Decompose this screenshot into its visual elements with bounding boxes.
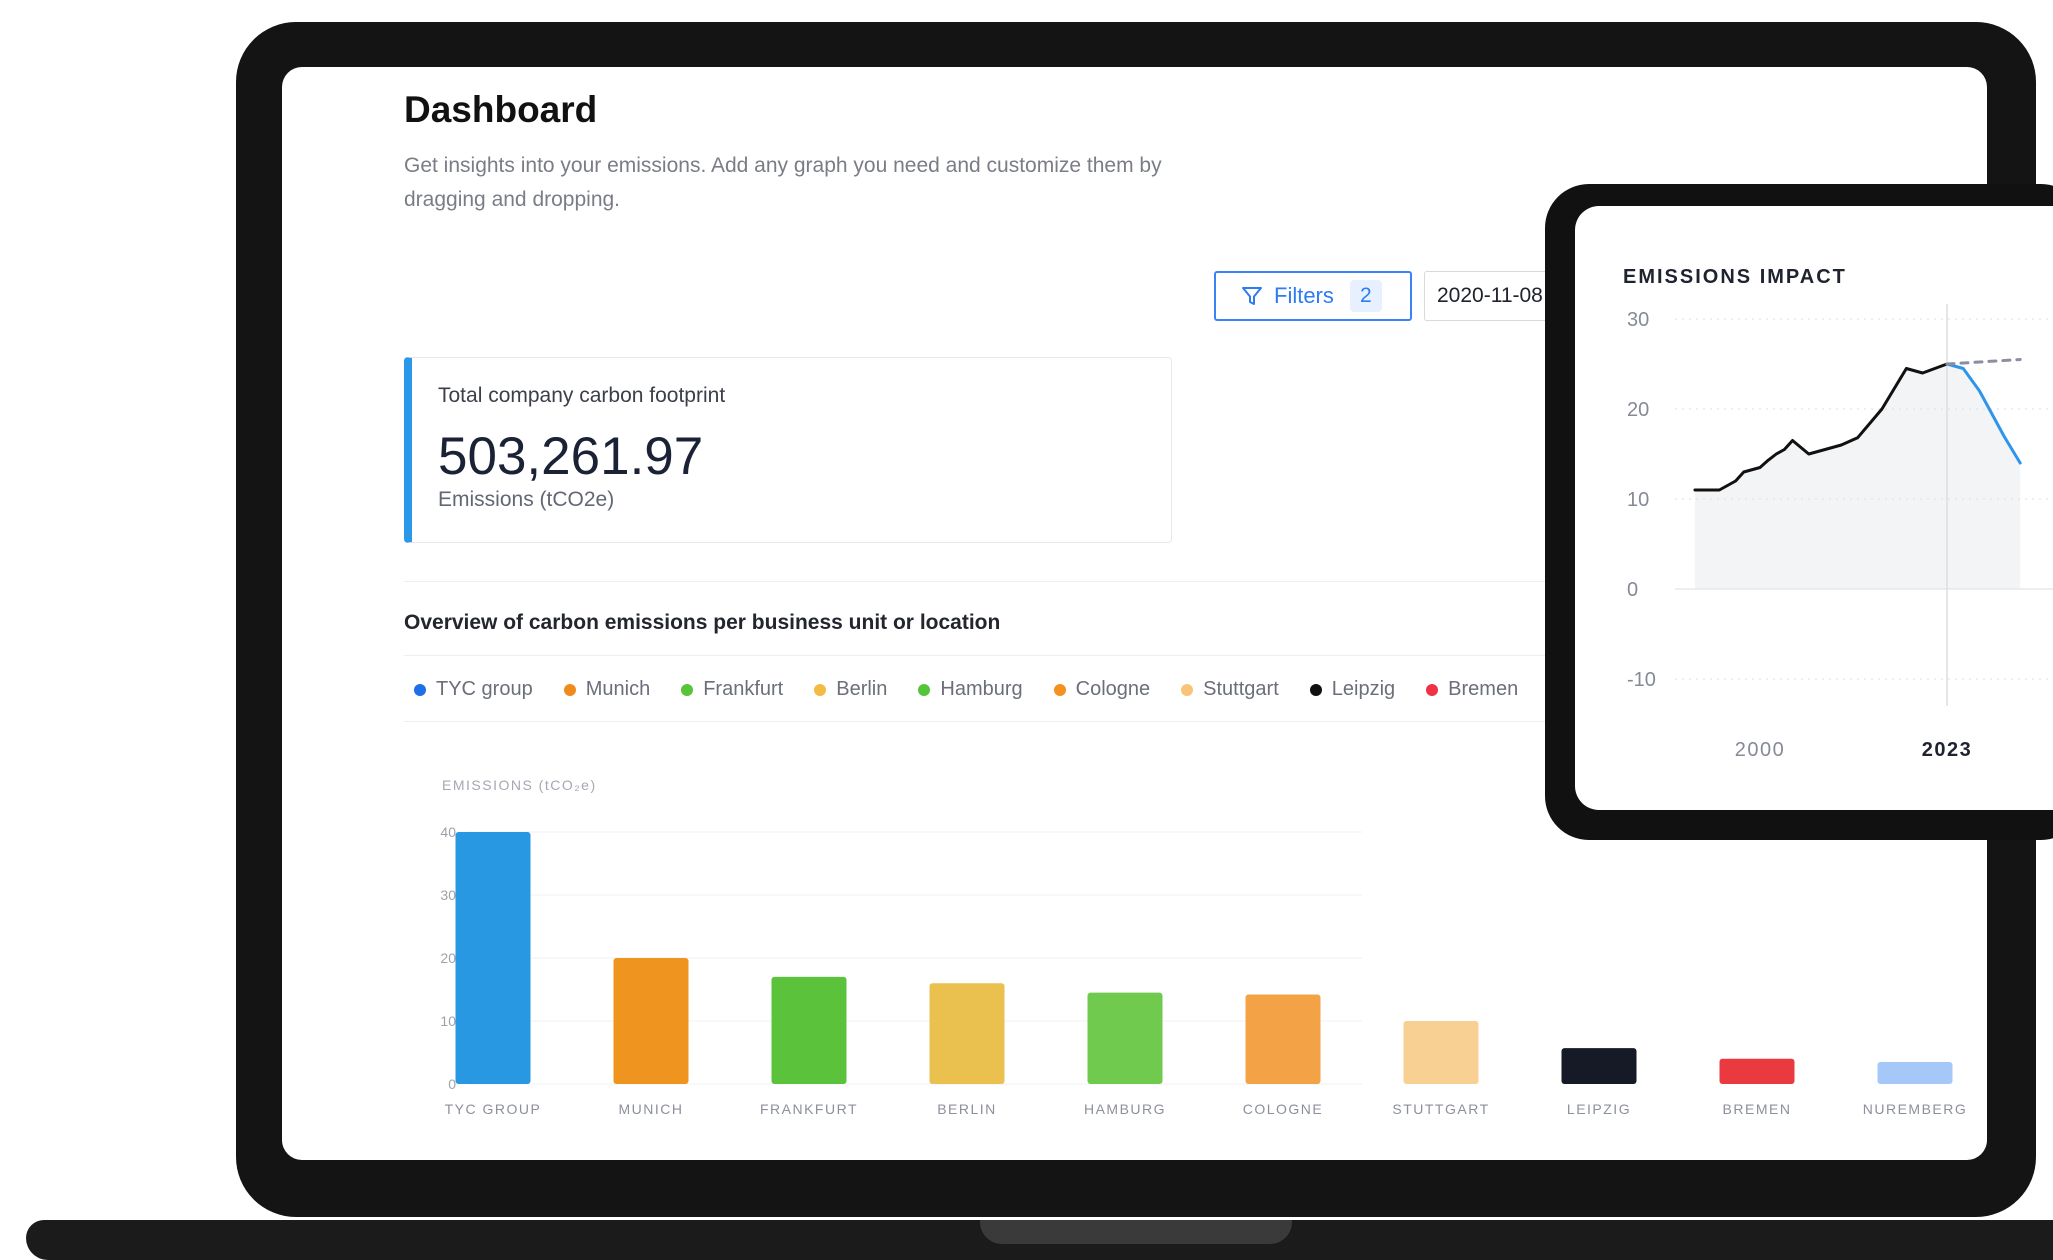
line-chart-ytick: 30 bbox=[1627, 309, 1649, 331]
bar-chart-xtick: TYC GROUP bbox=[445, 1101, 542, 1117]
line-chart-ytick: 10 bbox=[1627, 489, 1649, 511]
bar-chart-xtick: HAMBURG bbox=[1084, 1101, 1166, 1117]
bar-chart-xtick: BREMEN bbox=[1723, 1101, 1792, 1117]
bar-chart-xtick: FRANKFURT bbox=[760, 1101, 858, 1117]
bar-tyc-group[interactable] bbox=[455, 832, 531, 1084]
bar-chart-xtick: MUNICH bbox=[619, 1101, 684, 1117]
bar-chart-xtick: BERLIN bbox=[937, 1101, 997, 1117]
bar-chart-ytick: 0 bbox=[448, 1076, 456, 1092]
bar-berlin[interactable] bbox=[929, 983, 1005, 1084]
laptop-notch bbox=[980, 1220, 1292, 1244]
line-chart-xtick: 2000 bbox=[1735, 739, 1786, 761]
bar-nuremberg[interactable] bbox=[1877, 1061, 1953, 1084]
bar-cologne[interactable] bbox=[1245, 994, 1321, 1084]
line-chart-xtick: 2023 bbox=[1922, 739, 1973, 761]
bar-leipzig[interactable] bbox=[1561, 1048, 1637, 1084]
line-chart-ytick: 0 bbox=[1627, 579, 1638, 601]
bar-chart-xtick: LEIPZIG bbox=[1567, 1101, 1631, 1117]
bar-chart-xtick: STUTTGART bbox=[1392, 1101, 1489, 1117]
emissions-impact-line-chart: 30 20 10 0 -10 2000 2023 bbox=[1627, 304, 2053, 761]
bar-chart-xtick: COLOGNE bbox=[1243, 1101, 1324, 1117]
tablet-screen: EMISSIONS IMPACT 30 20 10 0 -10 2000 2023 bbox=[1575, 206, 2053, 810]
bar-frankfurt[interactable] bbox=[771, 976, 847, 1084]
bar-hamburg[interactable] bbox=[1087, 992, 1163, 1084]
bar-chart-ytick: 20 bbox=[440, 950, 456, 966]
bar-chart-ytick: 10 bbox=[440, 1013, 456, 1029]
line-chart-area bbox=[1694, 364, 2021, 589]
bar-chart-xtick: NUREMBERG bbox=[1863, 1101, 1968, 1117]
bar-munich[interactable] bbox=[613, 958, 689, 1084]
bar-chart-ytick: 30 bbox=[440, 887, 456, 903]
bar-stuttgart[interactable] bbox=[1403, 1021, 1479, 1084]
bar-chart-ytick: 40 bbox=[440, 824, 456, 840]
bar-bremen[interactable] bbox=[1719, 1058, 1795, 1084]
line-series-target[interactable] bbox=[1945, 358, 2022, 366]
bar-chart-ylabel: EMISSIONS (tCO₂e) bbox=[442, 777, 597, 793]
line-chart-ytick: 20 bbox=[1627, 399, 1649, 421]
line-chart-ytick: -10 bbox=[1627, 669, 1656, 691]
